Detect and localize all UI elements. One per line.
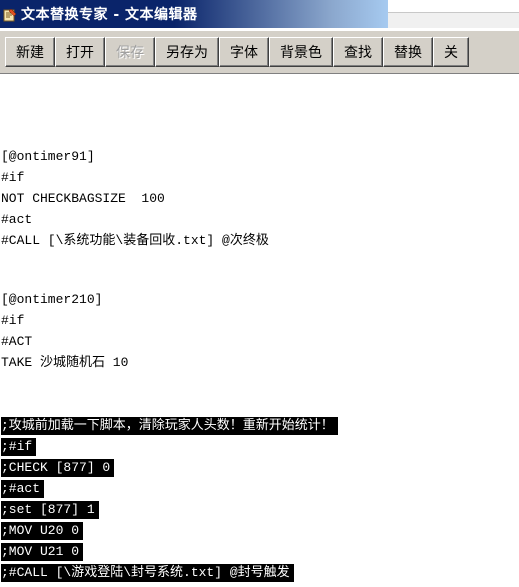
editor-line[interactable]: #act [1, 211, 32, 229]
editor-line[interactable]: #if [1, 312, 24, 330]
editor-line[interactable]: #if [1, 169, 24, 187]
editor-line[interactable]: #ACT [1, 333, 32, 351]
background-color-button[interactable]: 背景色 [269, 37, 333, 67]
app-icon[interactable] [3, 7, 17, 22]
editor-line[interactable]: TAKE 沙城随机石 10 [1, 354, 128, 372]
background-window-strip-lower [388, 13, 519, 28]
editor-line[interactable]: [@ontimer91] [1, 148, 95, 166]
editor-line[interactable]: #CALL [\系统功能\装备回收.txt] @次终极 [1, 232, 269, 250]
save-button[interactable]: 保存 [105, 37, 155, 67]
selected-line[interactable]: ;#CALL [\游戏登陆\封号系统.txt] @封号触发 [1, 564, 294, 582]
text-editor-window: 文本替换专家 - 文本编辑器 新建 打开 保存 另存为 字体 背景色 查找 替换… [0, 0, 519, 587]
close-button[interactable]: 关 [433, 37, 469, 67]
selected-line[interactable]: ;MOV U20 0 [1, 522, 84, 540]
selected-line[interactable]: ;攻城前加载一下脚本，清除玩家人头数！重新开始统计！ [1, 417, 338, 435]
find-button[interactable]: 查找 [333, 37, 383, 67]
selected-line[interactable]: ;CHECK [877] 0 [1, 459, 115, 477]
selected-line[interactable]: ;MOV U21 0 [1, 543, 84, 561]
toolbar: 新建 打开 保存 另存为 字体 背景色 查找 替换 关 [0, 30, 519, 74]
selected-line[interactable]: ;set [877] 1 [1, 501, 99, 519]
text-editor-area[interactable]: [@ontimer91] #if NOT CHECKBAGSIZE 100 #a… [0, 75, 519, 587]
font-button[interactable]: 字体 [219, 37, 269, 67]
save-as-button[interactable]: 另存为 [155, 37, 219, 67]
window-title: 文本替换专家 - 文本编辑器 [21, 7, 198, 23]
editor-line[interactable]: [@ontimer210] [1, 291, 102, 309]
new-button[interactable]: 新建 [5, 37, 55, 67]
toolbar-buttons: 新建 打开 保存 另存为 字体 背景色 查找 替换 关 [5, 37, 469, 69]
replace-button[interactable]: 替换 [383, 37, 433, 67]
background-window-strip [388, 0, 519, 13]
title-bar[interactable]: 文本替换专家 - 文本编辑器 [0, 0, 388, 28]
selected-line[interactable]: ;#if [1, 438, 37, 456]
editor-line[interactable]: NOT CHECKBAGSIZE 100 [1, 190, 165, 208]
open-button[interactable]: 打开 [55, 37, 105, 67]
selected-line[interactable]: ;#act [1, 480, 45, 498]
